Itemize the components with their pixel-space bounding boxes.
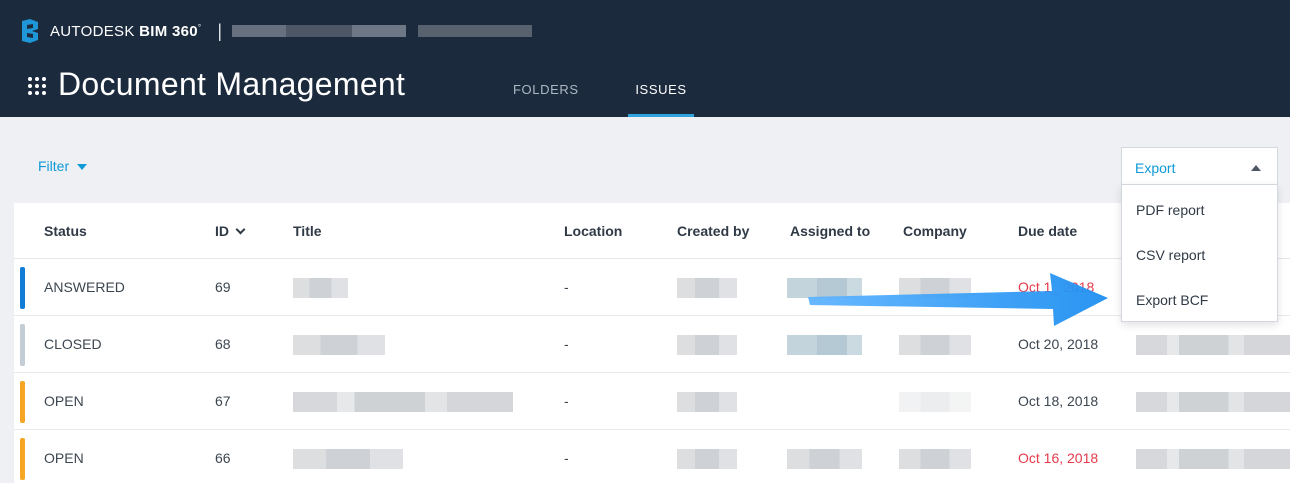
assigned-to-redacted (787, 449, 862, 469)
due-date-cell: Oct 20, 2018 (1018, 336, 1099, 352)
title-redacted (293, 449, 403, 469)
company-redacted (899, 278, 971, 298)
page-title: Document Management (58, 66, 406, 102)
id-cell: 66 (215, 450, 231, 466)
app-grid-icon[interactable] (28, 76, 46, 95)
menu-item-csv-report[interactable]: CSV report (1122, 230, 1277, 275)
company-redacted (899, 449, 971, 469)
company-redacted (899, 335, 971, 355)
issues-table: Status ID Title Location Created by Assi… (14, 203, 1290, 483)
status-indicator (20, 324, 25, 366)
caret-down-icon (77, 164, 88, 170)
caret-up-icon (1251, 165, 1261, 171)
brand: AUTODESK BIM 360° | (20, 18, 533, 44)
status-cell: OPEN (44, 450, 84, 466)
table-header: Status ID Title Location Created by Assi… (14, 203, 1290, 259)
id-cell: 69 (215, 279, 231, 295)
column-company[interactable]: Company (903, 223, 967, 239)
column-due-date[interactable]: Due date (1018, 223, 1077, 239)
next-column-redacted (1136, 392, 1290, 412)
tab-folders[interactable]: FOLDERS (513, 82, 579, 117)
table-row[interactable]: ANSWERED 69 - Oct 1_ 2018 r (14, 259, 1290, 316)
id-cell: 67 (215, 393, 231, 409)
id-cell: 68 (215, 336, 231, 352)
column-status[interactable]: Status (44, 223, 87, 239)
location-cell: - (564, 450, 569, 466)
assigned-to-redacted (787, 335, 862, 355)
app-header: AUTODESK BIM 360° | Document Management … (0, 0, 1290, 117)
chevron-down-icon (235, 224, 246, 235)
column-created-by[interactable]: Created by (677, 223, 749, 239)
title-redacted (293, 335, 385, 355)
due-date-cell: Oct 1_ 2018 (1018, 279, 1095, 295)
status-cell: ANSWERED (44, 279, 125, 295)
export-button[interactable]: Export (1121, 147, 1278, 185)
export-menu: PDF report CSV report Export BCF (1121, 184, 1278, 322)
table-row[interactable]: CLOSED 68 - Oct 20, 2018 (14, 316, 1290, 373)
export-label: Export (1135, 160, 1176, 176)
table-row[interactable]: OPEN 66 - Oct 16, 2018 (14, 430, 1290, 483)
company-redacted (899, 392, 971, 412)
table-row[interactable]: OPEN 67 - Oct 18, 2018 (14, 373, 1290, 430)
filter-label: Filter (38, 158, 70, 174)
menu-item-pdf-report[interactable]: PDF report (1122, 185, 1277, 230)
title-redacted (293, 392, 513, 412)
app-title: Document Management (28, 66, 405, 103)
location-cell: - (564, 393, 569, 409)
next-column-redacted (1136, 449, 1290, 469)
due-date-cell: Oct 16, 2018 (1018, 450, 1099, 466)
status-cell: OPEN (44, 393, 84, 409)
created-by-redacted (677, 392, 737, 412)
column-location[interactable]: Location (564, 223, 622, 239)
tab-issues[interactable]: ISSUES (628, 82, 694, 117)
status-cell: CLOSED (44, 336, 102, 352)
status-indicator (20, 381, 25, 423)
title-redacted (293, 278, 348, 298)
column-assigned-to[interactable]: Assigned to (790, 223, 870, 239)
next-column-redacted (1136, 335, 1290, 355)
filter-button[interactable]: Filter (38, 158, 88, 174)
brand-separator: | (217, 20, 223, 41)
location-cell: - (564, 336, 569, 352)
menu-item-export-bcf[interactable]: Export BCF (1122, 275, 1277, 320)
column-title[interactable]: Title (293, 223, 322, 239)
brand-name: AUTODESK BIM 360° (50, 22, 202, 40)
assigned-to-redacted (787, 278, 862, 298)
due-date-cell: Oct 18, 2018 (1018, 393, 1099, 409)
status-indicator (20, 267, 25, 309)
created-by-redacted (677, 449, 737, 469)
created-by-redacted (677, 278, 737, 298)
project-name-redacted[interactable] (232, 25, 533, 37)
status-indicator (20, 438, 25, 480)
bim360-logo-icon (22, 19, 38, 43)
created-by-redacted (677, 335, 737, 355)
location-cell: - (564, 279, 569, 295)
column-id[interactable]: ID (215, 223, 246, 239)
